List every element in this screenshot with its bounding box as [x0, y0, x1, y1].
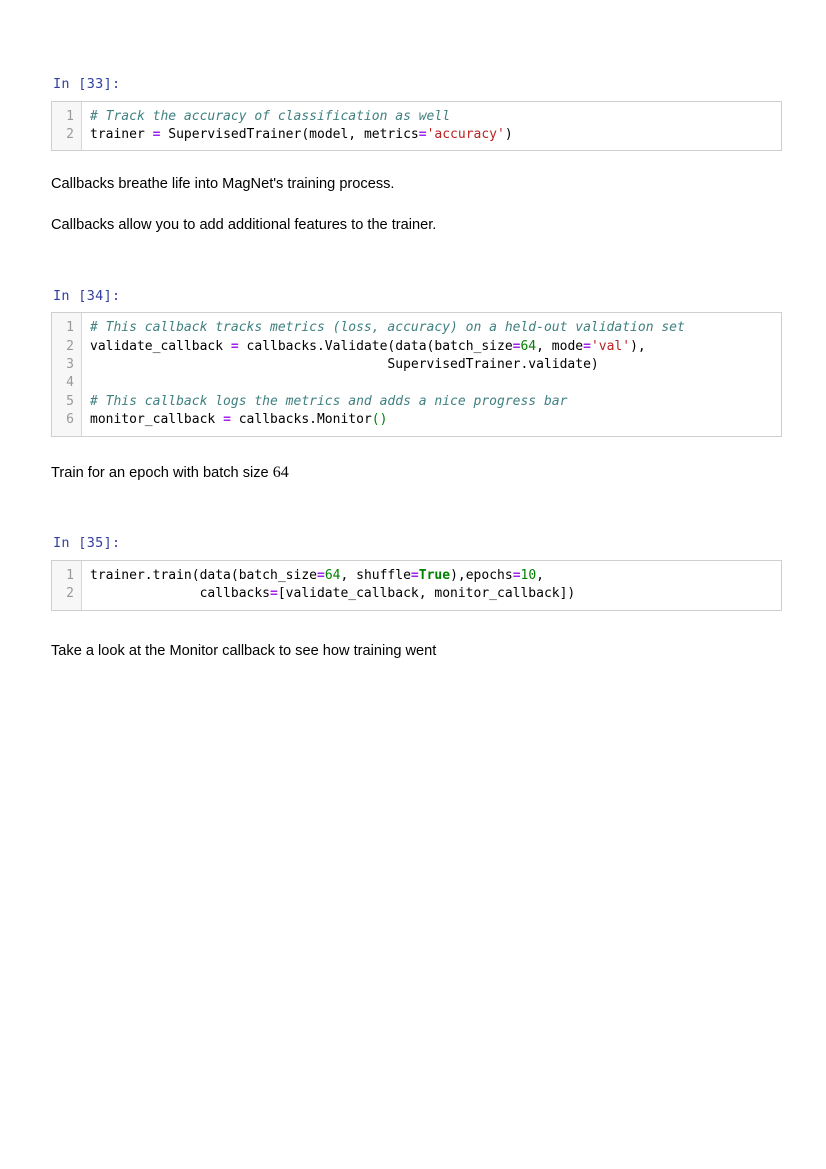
- code-line: validate_callback = callbacks.Validate(d…: [90, 338, 773, 356]
- markdown-callbacks-breathe: Callbacks breathe life into MagNet's tra…: [51, 176, 395, 193]
- code-token: monitor_callback: [90, 412, 224, 428]
- cell-wrapper-33: In [33]: 1 2 # Track the accuracy of cla…: [51, 76, 782, 152]
- code-token: =: [270, 586, 278, 602]
- cell-prompt-33: In [33]:: [53, 76, 121, 92]
- code-line: trainer = SupervisedTrainer(model, metri…: [90, 126, 773, 144]
- code-token: , shuffle: [340, 567, 411, 583]
- code-token: callbacks.Monitor: [230, 412, 372, 428]
- notebook-container: In [33]: 1 2 # Track the accuracy of cla…: [0, 0, 826, 661]
- code-token: trainer: [90, 126, 153, 142]
- code-token: # This callback logs the metrics and add…: [90, 393, 568, 409]
- line-number-gutter-35: 1 2: [52, 560, 82, 610]
- line-number: 6: [66, 412, 74, 428]
- code-cell-34[interactable]: 1 2 3 4 5 6 # This callback tracks metri…: [51, 312, 782, 437]
- code-token: , mode: [536, 338, 584, 354]
- line-number: 3: [66, 357, 74, 372]
- cell-wrapper-34: In [34]: 1 2 3 4 5 6 # This callback tra…: [51, 287, 782, 437]
- code-token: =: [418, 126, 427, 142]
- markdown-train-epoch: Train for an epoch with batch size 64: [51, 462, 781, 484]
- code-line: SupervisedTrainer.validate): [90, 356, 773, 374]
- code-token: ,: [536, 567, 544, 583]
- code-token: callbacks.Validate(data(batch_size: [238, 338, 513, 354]
- code-token: SupervisedTrainer.validate): [90, 357, 599, 372]
- code-token: 10: [520, 567, 537, 583]
- code-line: # This callback logs the metrics and add…: [90, 393, 773, 411]
- code-line: trainer.train(data(batch_size=64, shuffl…: [90, 567, 773, 585]
- code-token: 'accuracy': [426, 126, 505, 142]
- line-number: 2: [66, 338, 74, 354]
- code-token: 'val': [590, 338, 631, 354]
- code-token: =: [223, 412, 231, 428]
- markdown-callbacks-allow: Callbacks allow you to add additional fe…: [51, 217, 437, 233]
- code-token: =: [583, 338, 591, 354]
- line-number: 4: [66, 375, 74, 391]
- code-line: monitor_callback = callbacks.Monitor(): [90, 411, 773, 429]
- code-line: # Track the accuracy of classification a…: [90, 108, 773, 126]
- line-number: 1: [66, 108, 74, 124]
- code-token: ): [504, 126, 513, 142]
- code-line: callbacks=[validate_callback, monitor_ca…: [90, 585, 773, 603]
- code-token: [validate_callback, monitor_callback]): [277, 586, 576, 602]
- cell-prompt-34: In [34]:: [53, 287, 121, 304]
- markdown-text: Train for an epoch with batch size: [51, 464, 273, 481]
- code-cell-33[interactable]: 1 2 # Track the accuracy of classificati…: [51, 100, 782, 152]
- line-number: 1: [66, 320, 74, 336]
- code-token: =: [230, 338, 239, 354]
- code-token: True: [418, 567, 451, 583]
- code-token: 64: [324, 567, 341, 583]
- code-token: ),: [630, 338, 646, 354]
- code-token: # Track the accuracy of classification a…: [90, 108, 451, 124]
- cell-prompt-35: In [35]:: [53, 535, 121, 552]
- inline-math-batch-size: 64: [272, 463, 289, 481]
- code-token: 64: [520, 338, 537, 354]
- code-editor-34[interactable]: # This callback tracks metrics (loss, ac…: [82, 313, 781, 435]
- code-token: (): [371, 412, 388, 428]
- line-number-gutter-34: 1 2 3 4 5 6: [52, 313, 82, 436]
- code-token: SupervisedTrainer(model, metrics: [160, 126, 419, 142]
- code-token: =: [410, 567, 419, 583]
- code-cell-35[interactable]: 1 2 trainer.train(data(batch_size=64, sh…: [51, 559, 782, 611]
- code-token: validate_callback: [90, 338, 231, 354]
- markdown-take-a-look: Take a look at the Monitor callback to s…: [51, 642, 437, 659]
- code-token: # This callback tracks metrics (loss, ac…: [90, 320, 685, 336]
- line-number: 2: [66, 586, 74, 602]
- line-number: 1: [66, 567, 74, 583]
- code-token: trainer.train(data(batch_size: [90, 567, 317, 583]
- code-token: =: [316, 567, 325, 583]
- code-editor-33[interactable]: # Track the accuracy of classification a…: [82, 102, 781, 151]
- code-token: =: [512, 567, 521, 583]
- line-number: 2: [66, 126, 74, 142]
- code-token: callbacks: [90, 586, 271, 602]
- code-line: # This callback tracks metrics (loss, ac…: [90, 319, 773, 337]
- line-number-gutter-33: 1 2: [52, 101, 82, 151]
- line-number: 5: [66, 393, 74, 409]
- code-editor-35[interactable]: trainer.train(data(batch_size=64, shuffl…: [82, 561, 781, 610]
- code-token: ),epochs: [450, 567, 513, 583]
- cell-wrapper-35: In [35]: 1 2 trainer.train(data(batch_si…: [51, 535, 782, 611]
